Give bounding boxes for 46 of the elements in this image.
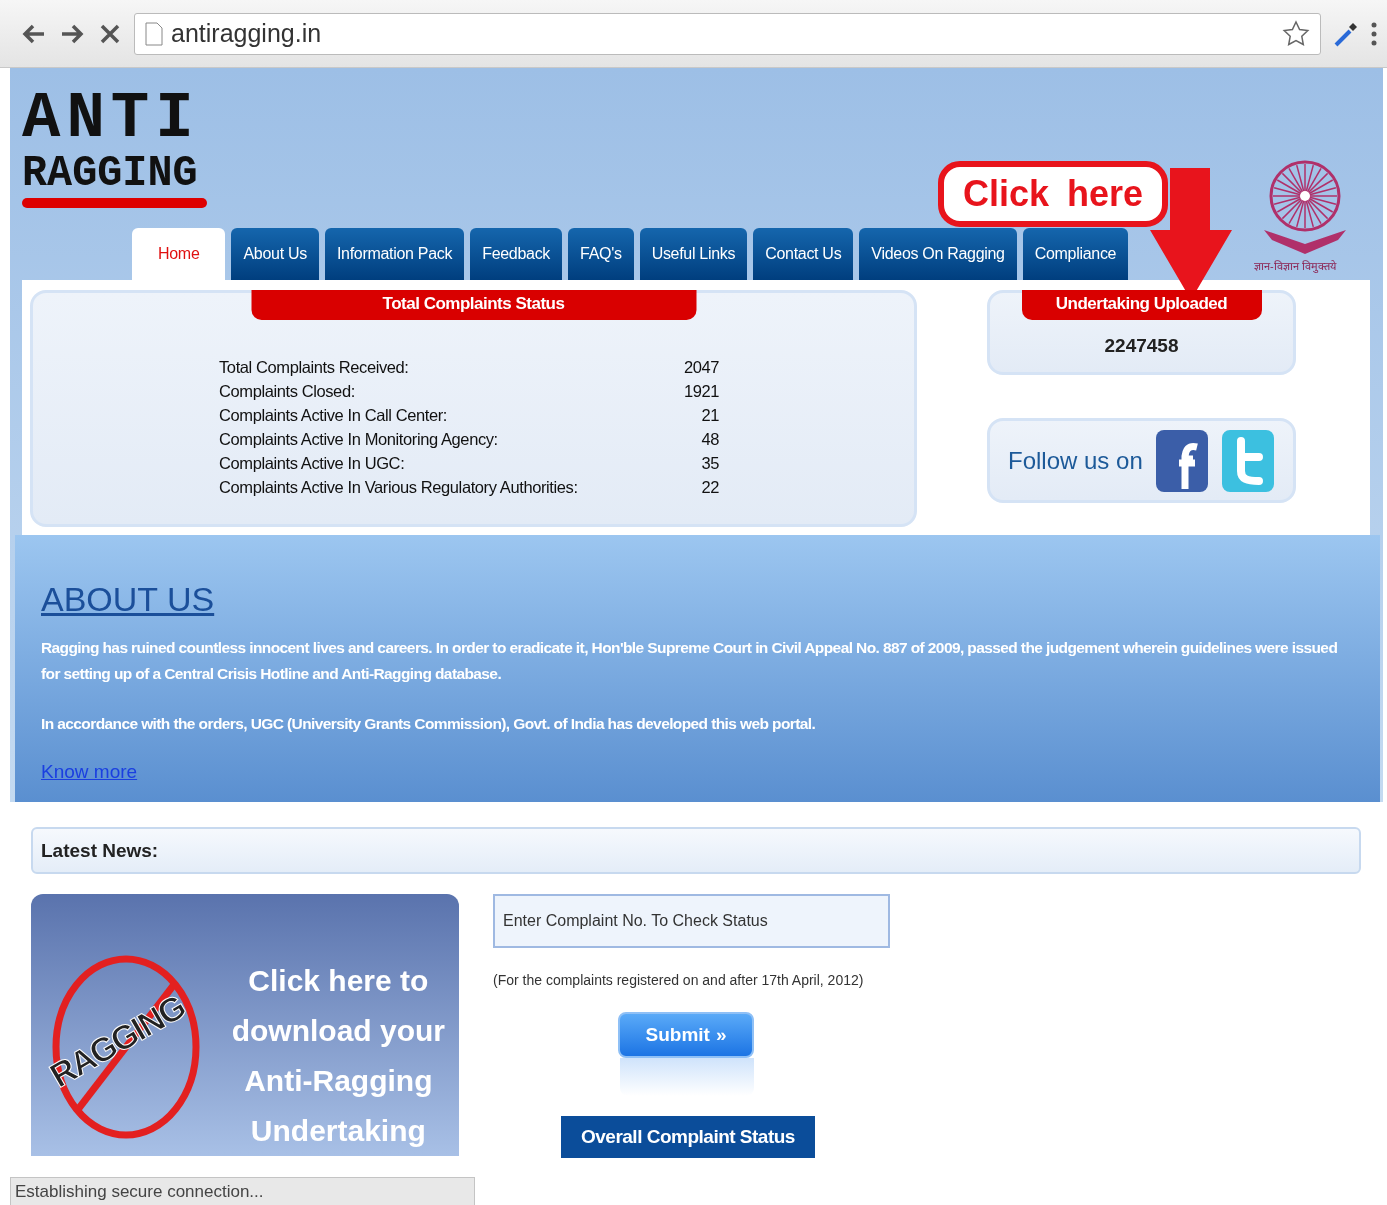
stat-value: 2047: [682, 357, 719, 378]
nav-tab[interactable]: Feedback: [470, 228, 563, 280]
stat-label: Total Complaints Received:: [219, 357, 410, 378]
nav-tab[interactable]: Videos On Ragging: [859, 228, 1017, 280]
news-label: Latest News:: [41, 839, 159, 862]
about-paragraph: Ragging has ruined countless innocent lives and careers. In order to eradicate it, Hon'ble Supreme Court in Civil Appeal No. 887 of 2009, passed the judgement wherein guidelines were issued for setting up of a Central Crisis Hotline and Anti-Ragging database.: [41, 638, 1339, 684]
nav-tab[interactable]: FAQ's: [568, 228, 634, 280]
stat-label: Complaints Active In Monitoring Agency:: [219, 429, 499, 450]
emblem-motto: ज्ञान-विज्ञान विमुक्तये: [1254, 259, 1336, 273]
stat-label: Complaints Active In Call Center:: [219, 405, 448, 426]
page-icon: [145, 21, 163, 46]
complaint-note: (For the complaints registered on and after 17th April, 2012): [493, 972, 865, 988]
url-text: antiragging.in: [171, 19, 323, 48]
panel-title: Total Complaints Status: [251, 290, 696, 320]
nav-tab[interactable]: About Us: [231, 228, 319, 280]
star-icon[interactable]: [1282, 19, 1310, 48]
click-here-callout: Click here: [938, 161, 1168, 227]
undertaking-count: 2247458: [1103, 335, 1180, 357]
address-bar[interactable]: antiragging.in: [134, 12, 1321, 55]
panel-title: Undertaking Uploaded: [1021, 290, 1262, 320]
banner-text: Anti-Ragging: [244, 1063, 433, 1099]
nav-tab[interactable]: Compliance: [1022, 228, 1129, 280]
menu-icon[interactable]: [1371, 20, 1377, 47]
nav-tab[interactable]: Home: [132, 228, 226, 280]
stat-value: 21: [700, 405, 719, 426]
banner-text: Click here to: [248, 963, 429, 999]
nav-tab[interactable]: Contact Us: [753, 228, 854, 280]
nav-tab[interactable]: Useful Links: [639, 228, 748, 280]
stat-label: Complaints Closed:: [219, 381, 356, 402]
stat-value: 1921: [682, 381, 719, 402]
complaint-number-field[interactable]: Enter Complaint No. To Check Status: [493, 894, 890, 948]
stat-label: Complaints Active In Various Regulatory Authorities:: [219, 477, 579, 498]
about-heading: ABOUT US: [41, 580, 215, 619]
stat-value: 35: [700, 453, 719, 474]
social-media-icon[interactable]: [1154, 428, 1209, 493]
stat-value: 48: [700, 429, 719, 450]
nav-tab[interactable]: Information Pack: [324, 228, 465, 280]
overall-status-button[interactable]: Overall Complaint Status: [561, 1116, 815, 1158]
status-bar: Establishing secure connection...: [10, 1177, 475, 1205]
stat-label: Complaints Active In UGC:: [219, 453, 406, 474]
about-paragraph: In accordance with the orders, UGC (University Grants Commission), Govt. of India has developed this web portal.: [41, 714, 817, 734]
stat-value: 22: [700, 477, 719, 498]
banner-text: download your: [231, 1013, 445, 1049]
banner-text: Undertaking: [250, 1113, 426, 1149]
follow-label: Follow us on: [1008, 446, 1143, 475]
site-logo[interactable]: ANTI RAGGING: [22, 88, 212, 208]
